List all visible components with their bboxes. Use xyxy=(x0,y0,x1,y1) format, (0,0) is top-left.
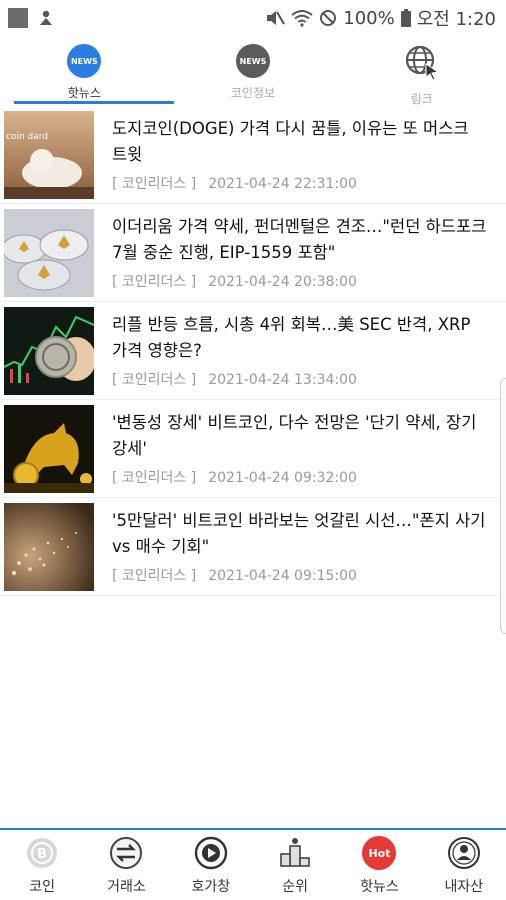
hot-badge-text: Hot xyxy=(368,846,391,860)
do-not-disturb-icon xyxy=(319,9,337,27)
top-tab-bar: NEWS 핫뉴스 NEWS 코인정보 링크 xyxy=(0,36,506,106)
nav-coin[interactable]: B 코인 xyxy=(0,830,84,900)
globe-cursor-icon xyxy=(404,44,440,84)
news-meta: [ 코인리더스 ] 2021-04-24 22:31:00 xyxy=(112,173,357,193)
nav-ranking[interactable]: 순위 xyxy=(253,830,337,900)
news-thumbnail xyxy=(4,503,94,591)
news-item[interactable]: '5만달러' 비트코인 바라보는 엇갈린 시선…"폰지 사기 vs 매수 기회"… xyxy=(0,498,506,596)
news-thumbnail xyxy=(4,307,94,395)
news-source: [ 코인리더스 ] xyxy=(112,372,197,388)
news-meta: [ 코인리더스 ] 2021-04-24 20:38:00 xyxy=(112,271,357,291)
tab-label: 핫뉴스 xyxy=(67,86,101,100)
news-icon: NEWS xyxy=(67,44,102,78)
news-source: [ 코인리더스 ] xyxy=(112,274,197,290)
clock: 오전 1:20 xyxy=(416,9,496,30)
news-date: 2021-04-24 09:15:00 xyxy=(208,568,357,584)
nav-label: 핫뉴스 xyxy=(360,879,399,895)
my-assets-icon xyxy=(447,836,481,870)
news-title: 도지코인(DOGE) 가격 다시 꿈틀, 이유는 또 머스크 트윗 xyxy=(112,119,469,164)
nav-my-assets[interactable]: 내자산 xyxy=(422,830,506,900)
tab-links[interactable]: 링크 xyxy=(337,36,506,106)
news-list: coin dard 도지코인(DOGE) 가격 다시 꿈틀, 이유는 또 머스크… xyxy=(0,106,506,596)
news-date: 2021-04-24 09:32:00 xyxy=(208,470,357,486)
nav-label: 호가창 xyxy=(191,879,231,895)
news-source: [ 코인리더스 ] xyxy=(112,176,197,192)
news-item[interactable]: 리플 반등 흐름, 시총 4위 회복…美 SEC 반격, XRP 가격 영향은?… xyxy=(0,302,506,400)
nav-label: 거래소 xyxy=(107,879,146,895)
news-source: [ 코인리더스 ] xyxy=(112,568,197,584)
nav-orderbook[interactable]: 호가창 xyxy=(169,830,253,900)
nav-label: 내자산 xyxy=(444,879,484,895)
news-item[interactable]: 이더리움 가격 약세, 펀더멘털은 견조…"런던 하드포크 7월 중순 진행, … xyxy=(0,204,506,302)
edge-panel-handle[interactable] xyxy=(500,378,506,634)
news-thumbnail xyxy=(4,209,94,297)
news-date: 2021-04-24 22:31:00 xyxy=(208,176,357,192)
app-notification-icon xyxy=(8,8,28,28)
nav-exchange[interactable]: 거래소 xyxy=(84,830,168,900)
news-date: 2021-04-24 13:34:00 xyxy=(208,372,357,388)
hot-news-icon: Hot xyxy=(362,836,397,870)
news-title: 리플 반등 흐름, 시총 4위 회복…美 SEC 반격, XRP 가격 영향은? xyxy=(112,315,471,360)
nav-hot-news[interactable]: Hot 핫뉴스 xyxy=(337,830,421,900)
coin-icon: B xyxy=(25,836,59,870)
orderbook-icon xyxy=(194,836,228,870)
tab-coin-info[interactable]: NEWS 코인정보 xyxy=(169,36,338,104)
exchange-icon xyxy=(109,836,143,870)
news-meta: [ 코인리더스 ] 2021-04-24 09:32:00 xyxy=(112,467,357,487)
nav-label: 순위 xyxy=(282,879,309,895)
thumbnail-text: coin dard xyxy=(6,132,48,142)
battery-percent: 100% xyxy=(343,7,395,29)
news-source: [ 코인리더스 ] xyxy=(112,470,197,486)
news-title: '5만달러' 비트코인 바라보는 엇갈린 시선…"폰지 사기 vs 매수 기회" xyxy=(112,511,486,556)
news-title: '변동성 장세' 비트코인, 다수 전망은 '단기 약세, 장기 강세' xyxy=(112,413,477,458)
news-item[interactable]: '변동성 장세' 비트코인, 다수 전망은 '단기 약세, 장기 강세' [ 코… xyxy=(0,400,506,498)
mute-icon xyxy=(265,9,286,27)
active-tab-indicator xyxy=(14,101,174,104)
nav-label: 코인 xyxy=(29,879,56,895)
status-bar: 100% 오전 1:20 xyxy=(0,0,506,36)
news-title: 이더리움 가격 약세, 펀더멘털은 견조…"런던 하드포크 7월 중순 진행, … xyxy=(112,217,487,262)
news-date: 2021-04-24 20:38:00 xyxy=(208,274,357,290)
news-meta: [ 코인리더스 ] 2021-04-24 13:34:00 xyxy=(112,369,357,389)
news-item[interactable]: coin dard 도지코인(DOGE) 가격 다시 꿈틀, 이유는 또 머스크… xyxy=(0,106,506,204)
news-icon: NEWS xyxy=(236,44,270,78)
tab-label: 링크 xyxy=(410,92,433,106)
bottom-nav: B 코인 거래소 호가창 순위 Hot 핫뉴스 내자산 xyxy=(0,828,506,900)
wifi-icon xyxy=(291,9,313,27)
ranking-icon xyxy=(278,836,312,870)
tab-hot-news[interactable]: NEWS 핫뉴스 xyxy=(0,36,169,104)
tab-label: 코인정보 xyxy=(230,86,276,100)
news-meta: [ 코인리더스 ] 2021-04-24 09:15:00 xyxy=(112,565,357,585)
svg-text:B: B xyxy=(37,847,47,862)
upload-notification-icon xyxy=(38,9,54,27)
news-thumbnail xyxy=(4,405,94,493)
battery-icon xyxy=(400,9,411,27)
news-thumbnail: coin dard xyxy=(4,111,94,199)
